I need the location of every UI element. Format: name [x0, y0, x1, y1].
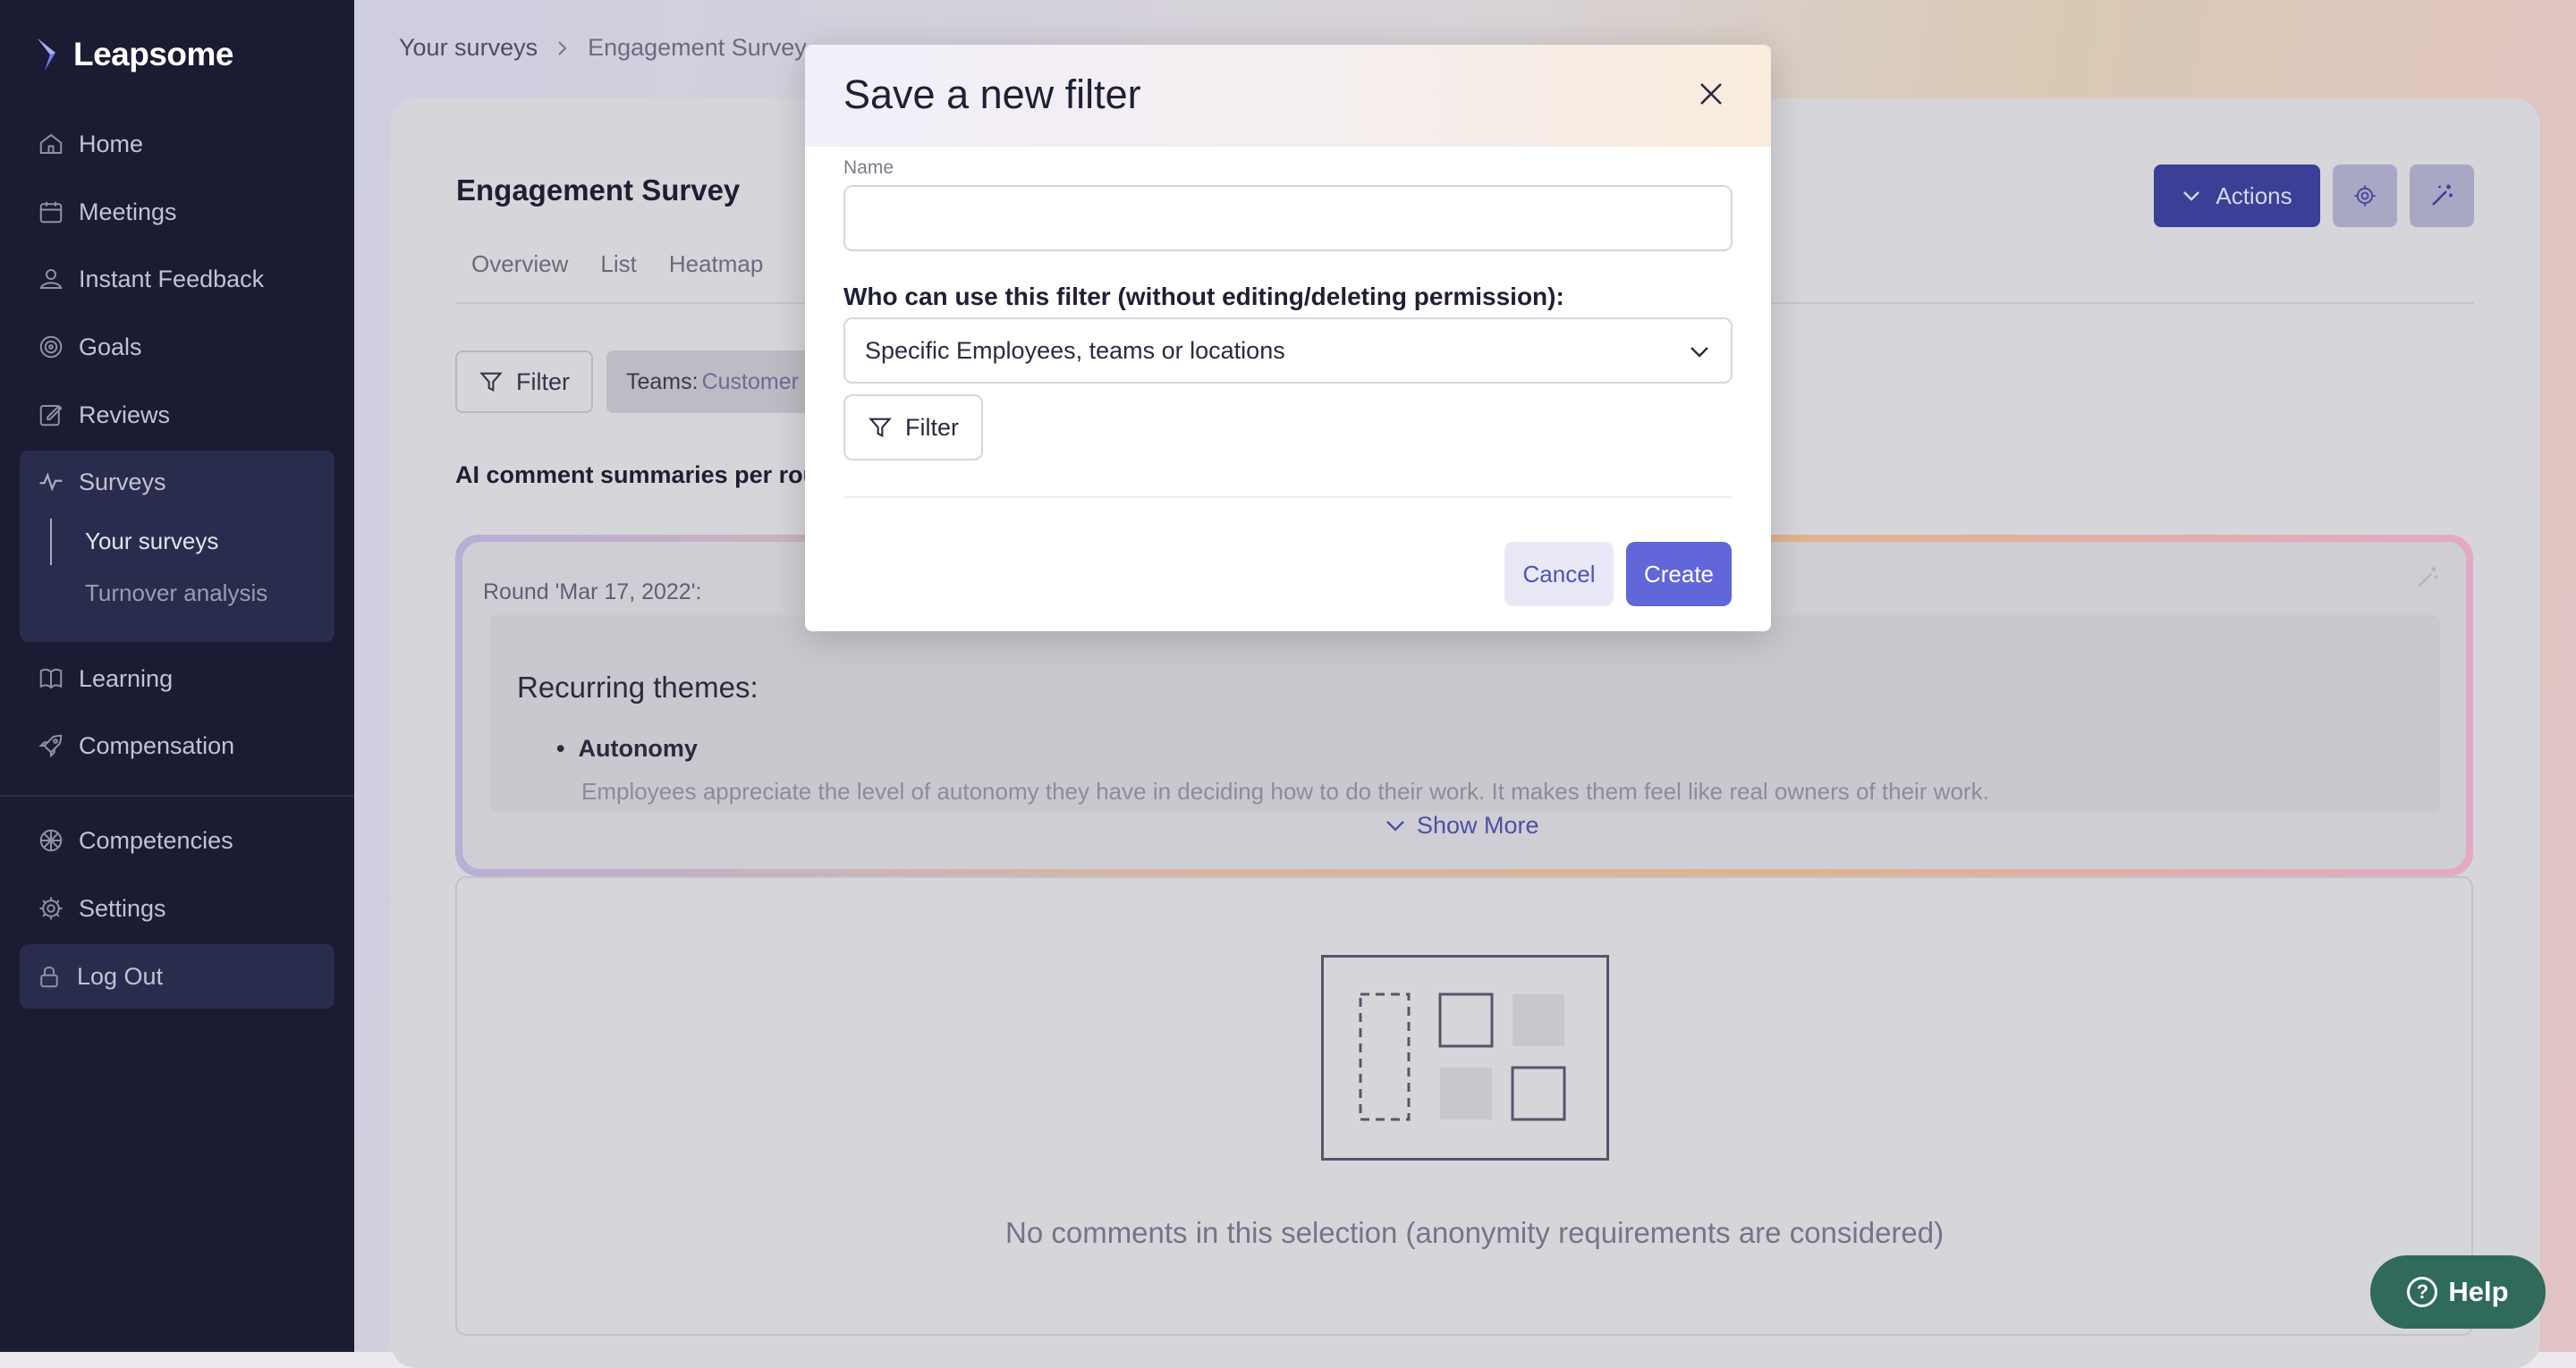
modal-title: Save a new filter [843, 72, 1141, 117]
create-button[interactable]: Create [1626, 542, 1732, 606]
name-input[interactable] [843, 185, 1733, 251]
tab-heatmap[interactable]: Heatmap [669, 250, 764, 278]
sidebar-item-label: Competencies [79, 826, 233, 854]
actions-button[interactable]: Actions [2154, 165, 2320, 227]
sidebar-item-label: Learning [79, 664, 174, 692]
theme-description: Employees appreciate the level of autono… [581, 778, 1989, 805]
survey-settings-button[interactable] [2333, 165, 2397, 227]
brand-name: Leapsome [73, 36, 234, 72]
sidebar-item-learning[interactable]: Learning [38, 654, 173, 704]
leapsome-logo-icon [38, 38, 55, 71]
permission-label: Who can use this filter (without editing… [843, 283, 1564, 310]
theme-bullet: • Autonomy [556, 735, 698, 762]
close-button[interactable] [1690, 73, 1732, 114]
sidebar-item-label: Meetings [79, 198, 177, 225]
sidebar-item-settings[interactable]: Settings [38, 883, 166, 933]
teams-chip-key: Teams: [626, 368, 699, 394]
sidebar-item-log-out[interactable]: Log Out [36, 951, 163, 1001]
sidebar-item-meetings[interactable]: Meetings [38, 187, 177, 237]
sidebar-item-label: Reviews [79, 401, 171, 428]
goals-icon [39, 335, 63, 359]
survey-tabs: Overview List Heatmap [471, 250, 763, 278]
tab-list[interactable]: List [600, 250, 636, 278]
tab-overview[interactable]: Overview [471, 250, 568, 278]
breadcrumb: Your surveys Engagement Survey [399, 34, 807, 62]
magic-wand-icon [2432, 184, 2453, 206]
sidebar-item-instant-feedback[interactable]: Instant Feedback [38, 254, 264, 304]
permission-select-value: Specific Employees, teams or locations [865, 336, 1285, 364]
show-more-link[interactable]: Show More [1385, 812, 1539, 840]
sidebar-item-reviews[interactable]: Reviews [38, 390, 170, 440]
logo[interactable]: Leapsome [36, 36, 234, 73]
gear-icon [2354, 185, 2376, 207]
sidebar-subitem-your-surveys[interactable]: Your surveys [85, 528, 218, 555]
sidebar-item-label: Log Out [77, 962, 164, 990]
home-icon [39, 133, 63, 154]
feedback-icon [39, 269, 63, 289]
show-more-label: Show More [1417, 812, 1539, 839]
sidebar-item-goals[interactable]: Goals [38, 322, 142, 372]
sidebar-item-label: Surveys [79, 468, 166, 495]
sidebar-item-home[interactable]: Home [38, 119, 143, 169]
gear-icon [39, 897, 63, 920]
chevron-down-icon [1690, 347, 1708, 358]
sidebar-item-label: Settings [79, 894, 166, 922]
breadcrumb-engagement-survey[interactable]: Engagement Survey [588, 34, 807, 62]
meetings-icon [39, 201, 63, 224]
permission-select[interactable]: Specific Employees, teams or locations [843, 317, 1733, 384]
themes-heading: Recurring themes: [517, 671, 758, 704]
breadcrumb-your-surveys[interactable]: Your surveys [399, 34, 538, 62]
filter-button[interactable]: Filter [455, 350, 593, 413]
competencies-icon [39, 829, 63, 852]
sidebar-subitem-turnover-analysis[interactable]: Turnover analysis [85, 579, 267, 607]
ai-magic-button[interactable] [2410, 165, 2474, 227]
sidebar-item-label: Instant Feedback [79, 265, 265, 292]
cancel-button[interactable]: Cancel [1504, 542, 1614, 606]
name-label: Name [843, 157, 894, 178]
chevron-down-icon [1386, 820, 1404, 832]
actions-label: Actions [2216, 182, 2292, 209]
teams-chip-value: Customer [701, 368, 799, 394]
chevron-right-icon [558, 40, 567, 55]
filter-icon [479, 372, 503, 393]
sidebar: Leapsome Home Meetings Instant Feedback … [0, 0, 354, 1352]
empty-state-message: No comments in this selection (anonymity… [1005, 1216, 1945, 1249]
ai-summary-heading: AI comment summaries per roun [455, 461, 833, 488]
chevron-down-icon [2183, 191, 2200, 201]
reviews-icon [39, 404, 63, 426]
sidebar-divider [0, 795, 354, 797]
sidebar-item-compensation[interactable]: Compensation [38, 721, 234, 771]
modal-filter-label: Filter [905, 413, 959, 441]
book-icon [39, 668, 63, 689]
close-icon [1700, 83, 1722, 105]
help-label: Help [2448, 1276, 2509, 1307]
lock-icon [40, 967, 58, 988]
sidebar-item-label: Goals [79, 333, 142, 360]
empty-state-illustration [1321, 955, 1609, 1161]
submenu-indicator [50, 519, 52, 565]
sidebar-item-label: Home [79, 130, 144, 157]
sidebar-item-label: Compensation [79, 731, 235, 759]
modal-divider [843, 496, 1733, 498]
magic-wand-icon[interactable] [2415, 565, 2440, 590]
sidebar-item-competencies[interactable]: Competencies [38, 815, 233, 866]
save-filter-modal: Save a new filter Name Who can use this … [805, 45, 1771, 631]
round-label: Round 'Mar 17, 2022': [483, 579, 702, 604]
teams-filter-chip[interactable]: Teams: Customer [606, 350, 812, 413]
rocket-icon [38, 734, 63, 758]
page-title: Engagement Survey [456, 173, 741, 207]
surveys-icon [39, 472, 63, 492]
filter-label: Filter [516, 367, 570, 395]
modal-filter-button[interactable]: Filter [843, 394, 983, 460]
filter-icon [869, 418, 892, 438]
help-button[interactable]: ? Help [2370, 1255, 2546, 1329]
sidebar-item-surveys[interactable]: Surveys [38, 457, 166, 507]
help-circle-icon: ? [2407, 1277, 2438, 1307]
